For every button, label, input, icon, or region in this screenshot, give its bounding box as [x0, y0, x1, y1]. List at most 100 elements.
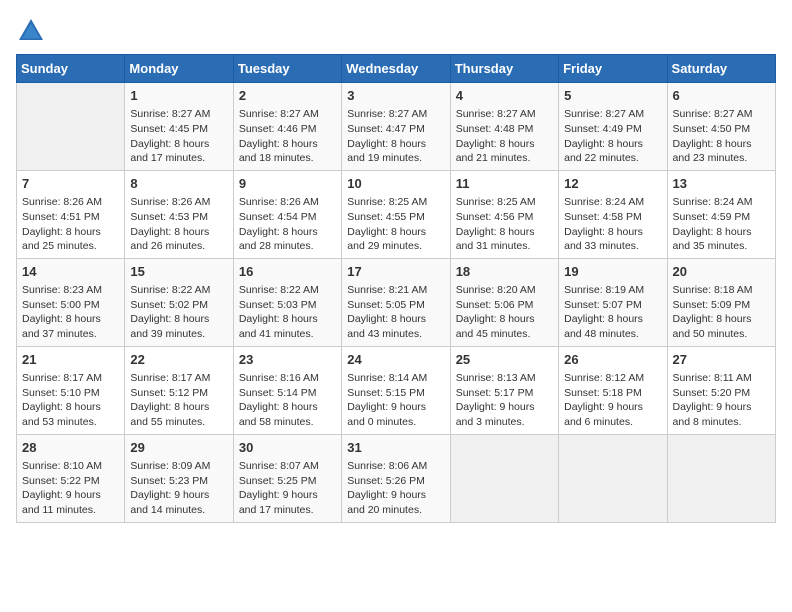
calendar-cell: 24 Sunrise: 8:14 AMSunset: 5:15 PMDayligh…	[342, 346, 450, 434]
day-number: 4	[456, 87, 553, 105]
calendar-cell: 31 Sunrise: 8:06 AMSunset: 5:26 PMDayligh…	[342, 434, 450, 522]
day-number: 16	[239, 263, 336, 281]
calendar-cell: 22 Sunrise: 8:17 AMSunset: 5:12 PMDayligh…	[125, 346, 233, 434]
day-number: 25	[456, 351, 553, 369]
calendar-cell: 28 Sunrise: 8:10 AMSunset: 5:22 PMDayligh…	[17, 434, 125, 522]
calendar-body: 1 Sunrise: 8:27 AMSunset: 4:45 PMDaylight…	[17, 83, 776, 523]
day-number: 26	[564, 351, 661, 369]
day-number: 6	[673, 87, 770, 105]
calendar-cell: 15Sunrise: 8:22 AMSunset: 5:02 PMDayligh…	[125, 258, 233, 346]
day-number: 13	[673, 175, 770, 193]
day-number: 22	[130, 351, 227, 369]
day-number: 12	[564, 175, 661, 193]
day-content: Sunrise: 8:25 AMSunset: 4:55 PMDaylight:…	[347, 195, 444, 254]
day-content: Sunrise: 8:10 AMSunset: 5:22 PMDaylight:…	[22, 459, 119, 518]
day-number: 1	[130, 87, 227, 105]
day-content: Sunrise: 8:17 AMSunset: 5:12 PMDaylight:…	[130, 371, 227, 430]
calendar-cell: 6 Sunrise: 8:27 AMSunset: 4:50 PMDaylight…	[667, 83, 775, 171]
day-content: Sunrise: 8:21 AMSunset: 5:05 PMDaylight:…	[347, 283, 444, 342]
header-tuesday: Tuesday	[233, 55, 341, 83]
day-content: Sunrise: 8:19 AMSunset: 5:07 PMDaylight:…	[564, 283, 661, 342]
day-content: Sunrise: 8:26 AMSunset: 4:51 PMDaylight:…	[22, 195, 119, 254]
calendar-cell: 29 Sunrise: 8:09 AMSunset: 5:23 PMDayligh…	[125, 434, 233, 522]
day-content: Sunrise: 8:23 AMSunset: 5:00 PMDaylight:…	[22, 283, 119, 342]
day-content: Sunrise: 8:24 AMSunset: 4:59 PMDaylight:…	[673, 195, 770, 254]
day-content: Sunrise: 8:18 AMSunset: 5:09 PMDaylight:…	[673, 283, 770, 342]
calendar-cell: 11 Sunrise: 8:25 AMSunset: 4:56 PMDayligh…	[450, 170, 558, 258]
day-content: Sunrise: 8:26 AMSunset: 4:54 PMDaylight:…	[239, 195, 336, 254]
calendar-cell: 27 Sunrise: 8:11 AMSunset: 5:20 PMDayligh…	[667, 346, 775, 434]
logo-icon	[16, 16, 46, 46]
calendar-cell: 17 Sunrise: 8:21 AMSunset: 5:05 PMDayligh…	[342, 258, 450, 346]
day-content: Sunrise: 8:27 AMSunset: 4:50 PMDaylight:…	[673, 107, 770, 166]
day-content: Sunrise: 8:22 AMSunset: 5:03 PMDaylight:…	[239, 283, 336, 342]
day-number: 30	[239, 439, 336, 457]
day-content: Sunrise: 8:20 AMSunset: 5:06 PMDaylight:…	[456, 283, 553, 342]
day-number: 7	[22, 175, 119, 193]
logo	[16, 16, 48, 46]
calendar-cell: 19 Sunrise: 8:19 AMSunset: 5:07 PMDayligh…	[559, 258, 667, 346]
day-content: Sunrise: 8:06 AMSunset: 5:26 PMDaylight:…	[347, 459, 444, 518]
calendar-cell: 16 Sunrise: 8:22 AMSunset: 5:03 PMDayligh…	[233, 258, 341, 346]
calendar-cell: 2 Sunrise: 8:27 AMSunset: 4:46 PMDaylight…	[233, 83, 341, 171]
day-content: Sunrise: 8:11 AMSunset: 5:20 PMDaylight:…	[673, 371, 770, 430]
day-number: 5	[564, 87, 661, 105]
calendar-cell: 20 Sunrise: 8:18 AMSunset: 5:09 PMDayligh…	[667, 258, 775, 346]
calendar-cell: 18Sunrise: 8:20 AMSunset: 5:06 PMDayligh…	[450, 258, 558, 346]
day-number: 9	[239, 175, 336, 193]
day-content: Sunrise: 8:27 AMSunset: 4:45 PMDaylight:…	[130, 107, 227, 166]
day-content: Sunrise: 8:27 AMSunset: 4:46 PMDaylight:…	[239, 107, 336, 166]
week-row-5: 28 Sunrise: 8:10 AMSunset: 5:22 PMDayligh…	[17, 434, 776, 522]
calendar-header: SundayMondayTuesdayWednesdayThursdayFrid…	[17, 55, 776, 83]
calendar-cell: 5 Sunrise: 8:27 AMSunset: 4:49 PMDaylight…	[559, 83, 667, 171]
day-number: 8	[130, 175, 227, 193]
header	[16, 16, 776, 46]
calendar-cell: 30Sunrise: 8:07 AMSunset: 5:25 PMDayligh…	[233, 434, 341, 522]
day-content: Sunrise: 8:27 AMSunset: 4:49 PMDaylight:…	[564, 107, 661, 166]
week-row-3: 14 Sunrise: 8:23 AMSunset: 5:00 PMDayligh…	[17, 258, 776, 346]
calendar-cell	[667, 434, 775, 522]
day-number: 20	[673, 263, 770, 281]
day-content: Sunrise: 8:16 AMSunset: 5:14 PMDaylight:…	[239, 371, 336, 430]
header-monday: Monday	[125, 55, 233, 83]
day-content: Sunrise: 8:27 AMSunset: 4:47 PMDaylight:…	[347, 107, 444, 166]
header-saturday: Saturday	[667, 55, 775, 83]
calendar-cell: 12 Sunrise: 8:24 AMSunset: 4:58 PMDayligh…	[559, 170, 667, 258]
day-content: Sunrise: 8:24 AMSunset: 4:58 PMDaylight:…	[564, 195, 661, 254]
calendar-cell: 9 Sunrise: 8:26 AMSunset: 4:54 PMDaylight…	[233, 170, 341, 258]
day-number: 24	[347, 351, 444, 369]
calendar-cell: 21 Sunrise: 8:17 AMSunset: 5:10 PMDayligh…	[17, 346, 125, 434]
day-content: Sunrise: 8:17 AMSunset: 5:10 PMDaylight:…	[22, 371, 119, 430]
day-number: 29	[130, 439, 227, 457]
header-wednesday: Wednesday	[342, 55, 450, 83]
day-number: 2	[239, 87, 336, 105]
day-number: 21	[22, 351, 119, 369]
week-row-2: 7 Sunrise: 8:26 AMSunset: 4:51 PMDaylight…	[17, 170, 776, 258]
calendar-cell: 10 Sunrise: 8:25 AMSunset: 4:55 PMDayligh…	[342, 170, 450, 258]
calendar-cell: 1 Sunrise: 8:27 AMSunset: 4:45 PMDaylight…	[125, 83, 233, 171]
day-number: 10	[347, 175, 444, 193]
header-row: SundayMondayTuesdayWednesdayThursdayFrid…	[17, 55, 776, 83]
week-row-4: 21 Sunrise: 8:17 AMSunset: 5:10 PMDayligh…	[17, 346, 776, 434]
day-content: Sunrise: 8:26 AMSunset: 4:53 PMDaylight:…	[130, 195, 227, 254]
calendar-cell	[17, 83, 125, 171]
calendar-cell: 14 Sunrise: 8:23 AMSunset: 5:00 PMDayligh…	[17, 258, 125, 346]
day-number: 11	[456, 175, 553, 193]
calendar-cell: 23Sunrise: 8:16 AMSunset: 5:14 PMDayligh…	[233, 346, 341, 434]
day-number: 31	[347, 439, 444, 457]
day-content: Sunrise: 8:12 AMSunset: 5:18 PMDaylight:…	[564, 371, 661, 430]
calendar-cell: 4Sunrise: 8:27 AMSunset: 4:48 PMDaylight…	[450, 83, 558, 171]
calendar-cell: 8 Sunrise: 8:26 AMSunset: 4:53 PMDaylight…	[125, 170, 233, 258]
calendar-cell: 26 Sunrise: 8:12 AMSunset: 5:18 PMDayligh…	[559, 346, 667, 434]
day-number: 19	[564, 263, 661, 281]
day-number: 14	[22, 263, 119, 281]
calendar-cell	[450, 434, 558, 522]
day-content: Sunrise: 8:14 AMSunset: 5:15 PMDaylight:…	[347, 371, 444, 430]
day-number: 27	[673, 351, 770, 369]
day-content: Sunrise: 8:13 AMSunset: 5:17 PMDaylight:…	[456, 371, 553, 430]
day-number: 17	[347, 263, 444, 281]
day-number: 28	[22, 439, 119, 457]
calendar-cell	[559, 434, 667, 522]
day-content: Sunrise: 8:25 AMSunset: 4:56 PMDaylight:…	[456, 195, 553, 254]
day-content: Sunrise: 8:09 AMSunset: 5:23 PMDaylight:…	[130, 459, 227, 518]
